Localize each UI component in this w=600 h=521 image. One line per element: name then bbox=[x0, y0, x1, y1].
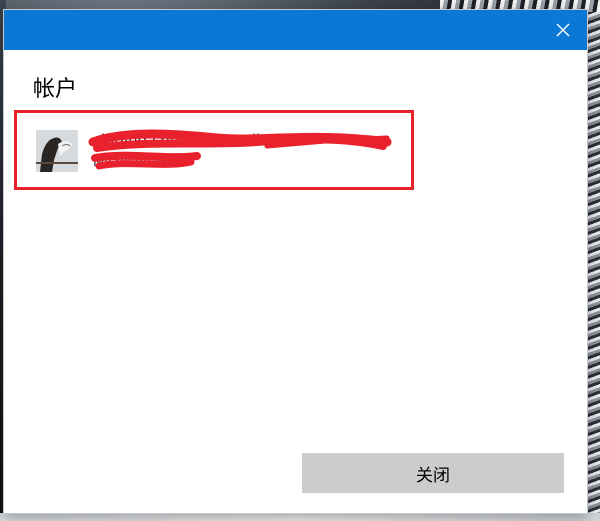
dialog-heading: 帐户 bbox=[33, 77, 78, 102]
background-edge-bottom bbox=[0, 513, 600, 521]
accounts-dialog: 帐户 shiqing.chen@hotmail.com Microsoft 帐户 bbox=[4, 10, 587, 513]
account-email: shiqing.chen@hotmail.com bbox=[93, 131, 297, 149]
dialog-titlebar bbox=[4, 10, 587, 50]
account-list-item[interactable]: shiqing.chen@hotmail.com Microsoft 帐户 bbox=[14, 110, 414, 190]
account-text: shiqing.chen@hotmail.com Microsoft 帐户 bbox=[88, 129, 393, 176]
account-type: Microsoft 帐户 bbox=[93, 155, 183, 170]
user-avatar bbox=[36, 130, 78, 172]
close-button[interactable]: 关闭 bbox=[302, 453, 564, 493]
close-icon[interactable] bbox=[549, 16, 577, 44]
